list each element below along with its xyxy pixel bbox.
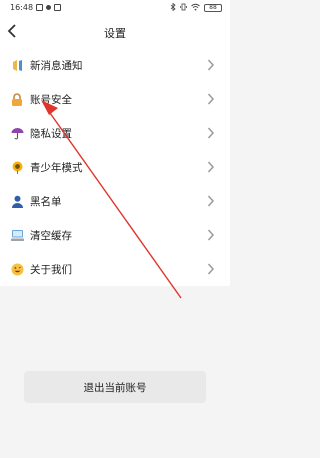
person-icon — [10, 194, 24, 208]
menu-item-label: 清空缓存 — [30, 229, 72, 242]
menu-item-notifications[interactable]: 新消息通知 — [0, 48, 230, 82]
wifi-icon — [191, 3, 200, 13]
chevron-right-icon — [207, 195, 215, 207]
menu-item-blacklist[interactable]: 黑名单 — [0, 184, 230, 218]
menu-item-privacy[interactable]: 隐私设置 — [0, 116, 230, 150]
chevron-right-icon — [207, 93, 215, 105]
menu-item-label: 关于我们 — [30, 263, 72, 276]
menu-item-label: 青少年模式 — [30, 161, 83, 174]
computer-icon — [10, 228, 24, 242]
menu-item-label: 账号安全 — [30, 93, 72, 106]
menu-item-teen-mode[interactable]: 青少年模式 — [0, 150, 230, 184]
logout-button[interactable]: 退出当前账号 — [24, 371, 206, 403]
app-notification-icon-2 — [54, 4, 62, 11]
chevron-right-icon — [207, 263, 215, 275]
menu-item-label: 新消息通知 — [30, 59, 83, 72]
umbrella-icon — [10, 126, 24, 140]
page-title: 设置 — [104, 27, 126, 40]
settings-menu: 新消息通知 账号安全 隐私设置 青少年模式 黑名单 清空缓存 关于我们 — [0, 48, 230, 286]
smiley-icon — [10, 262, 24, 276]
menu-item-label: 黑名单 — [30, 195, 62, 208]
menu-item-clear-cache[interactable]: 清空缓存 — [0, 218, 230, 252]
vibrate-icon — [180, 3, 187, 13]
status-bar: 16:48 88 — [0, 0, 230, 17]
bell-icon — [10, 58, 24, 72]
nav-bar: 设置 — [0, 17, 230, 48]
chevron-right-icon — [207, 127, 215, 139]
bluetooth-icon — [170, 2, 176, 13]
battery-icon: 88 — [204, 4, 222, 12]
menu-item-account-security[interactable]: 账号安全 — [0, 82, 230, 116]
status-right: 88 — [170, 2, 222, 13]
menu-item-label: 隐私设置 — [30, 127, 72, 140]
sunflower-icon — [10, 160, 24, 174]
chevron-right-icon — [207, 161, 215, 173]
app-notification-icon — [46, 5, 52, 10]
chevron-right-icon — [207, 59, 215, 71]
chevron-right-icon — [207, 229, 215, 241]
menu-item-about-us[interactable]: 关于我们 — [0, 252, 230, 286]
notification-icon — [36, 4, 44, 11]
status-time: 16:48 — [10, 3, 34, 12]
status-left: 16:48 — [10, 3, 62, 12]
lock-icon — [10, 92, 24, 106]
